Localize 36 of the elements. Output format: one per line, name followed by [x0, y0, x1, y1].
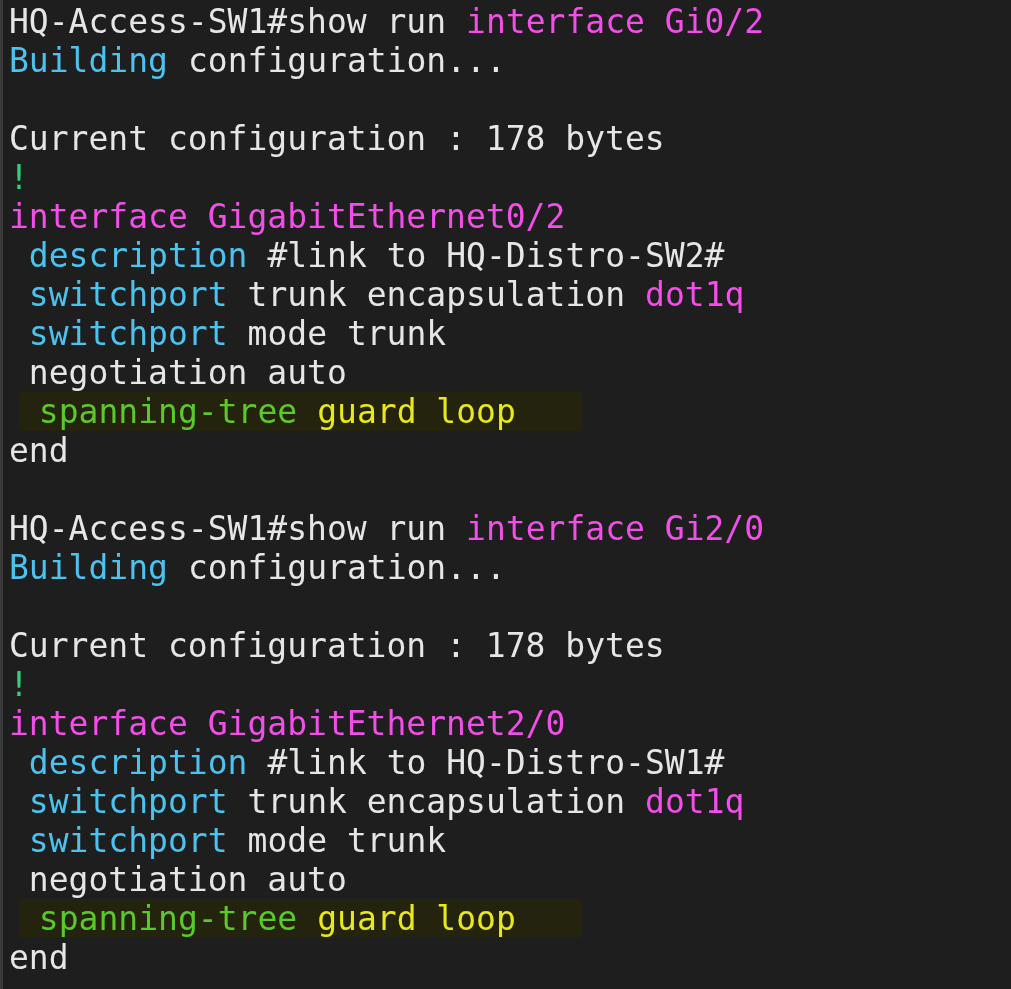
- terminal-text: negotiation auto: [27, 860, 347, 899]
- command-text: spanning-tree: [37, 392, 298, 431]
- keyword-text: dot1q: [645, 782, 745, 821]
- comment-mark: !: [9, 158, 29, 197]
- command-text: switchport: [27, 821, 228, 860]
- keyword-text: dot1q: [645, 275, 745, 314]
- keyword-text: interface Gi2/0: [466, 509, 765, 548]
- command-text: switchport: [27, 782, 228, 821]
- terminal-text: mode trunk: [247, 821, 447, 860]
- terminal-text: #link to HQ-Distro-SW2#: [267, 236, 725, 275]
- keyword-text: guard loop: [317, 392, 516, 431]
- keyword-text: guard loop: [317, 899, 516, 938]
- command-text: switchport: [27, 275, 228, 314]
- command-text: Building: [9, 41, 168, 80]
- terminal-text: trunk encapsulation: [247, 275, 626, 314]
- terminal-text: configuration...: [187, 548, 506, 587]
- command-text: description: [27, 236, 248, 275]
- comment-mark: !: [9, 665, 29, 704]
- command-text: spanning-tree: [37, 899, 298, 938]
- keyword-text: interface GigabitEthernet2/0: [9, 704, 566, 743]
- terminal-text: trunk encapsulation: [247, 782, 626, 821]
- terminal-text: end: [9, 938, 69, 977]
- terminal-text: #link to HQ-Distro-SW1#: [267, 743, 725, 782]
- command-text: description: [27, 743, 248, 782]
- terminal-text: negotiation auto: [27, 353, 347, 392]
- terminal-text: end: [9, 431, 69, 470]
- terminal-text: HQ-Access-SW1#show run: [9, 2, 447, 41]
- terminal-text: Current configuration : 178 bytes: [9, 119, 665, 158]
- terminal-text: configuration...: [187, 41, 506, 80]
- keyword-text: interface GigabitEthernet0/2: [9, 197, 566, 236]
- keyword-text: interface Gi0/2: [466, 2, 765, 41]
- terminal-text: mode trunk: [247, 314, 447, 353]
- terminal-text: Current configuration : 178 bytes: [9, 626, 665, 665]
- terminal-text: HQ-Access-SW1#show run: [9, 509, 447, 548]
- command-text: Building: [9, 548, 168, 587]
- command-text: switchport: [27, 314, 228, 353]
